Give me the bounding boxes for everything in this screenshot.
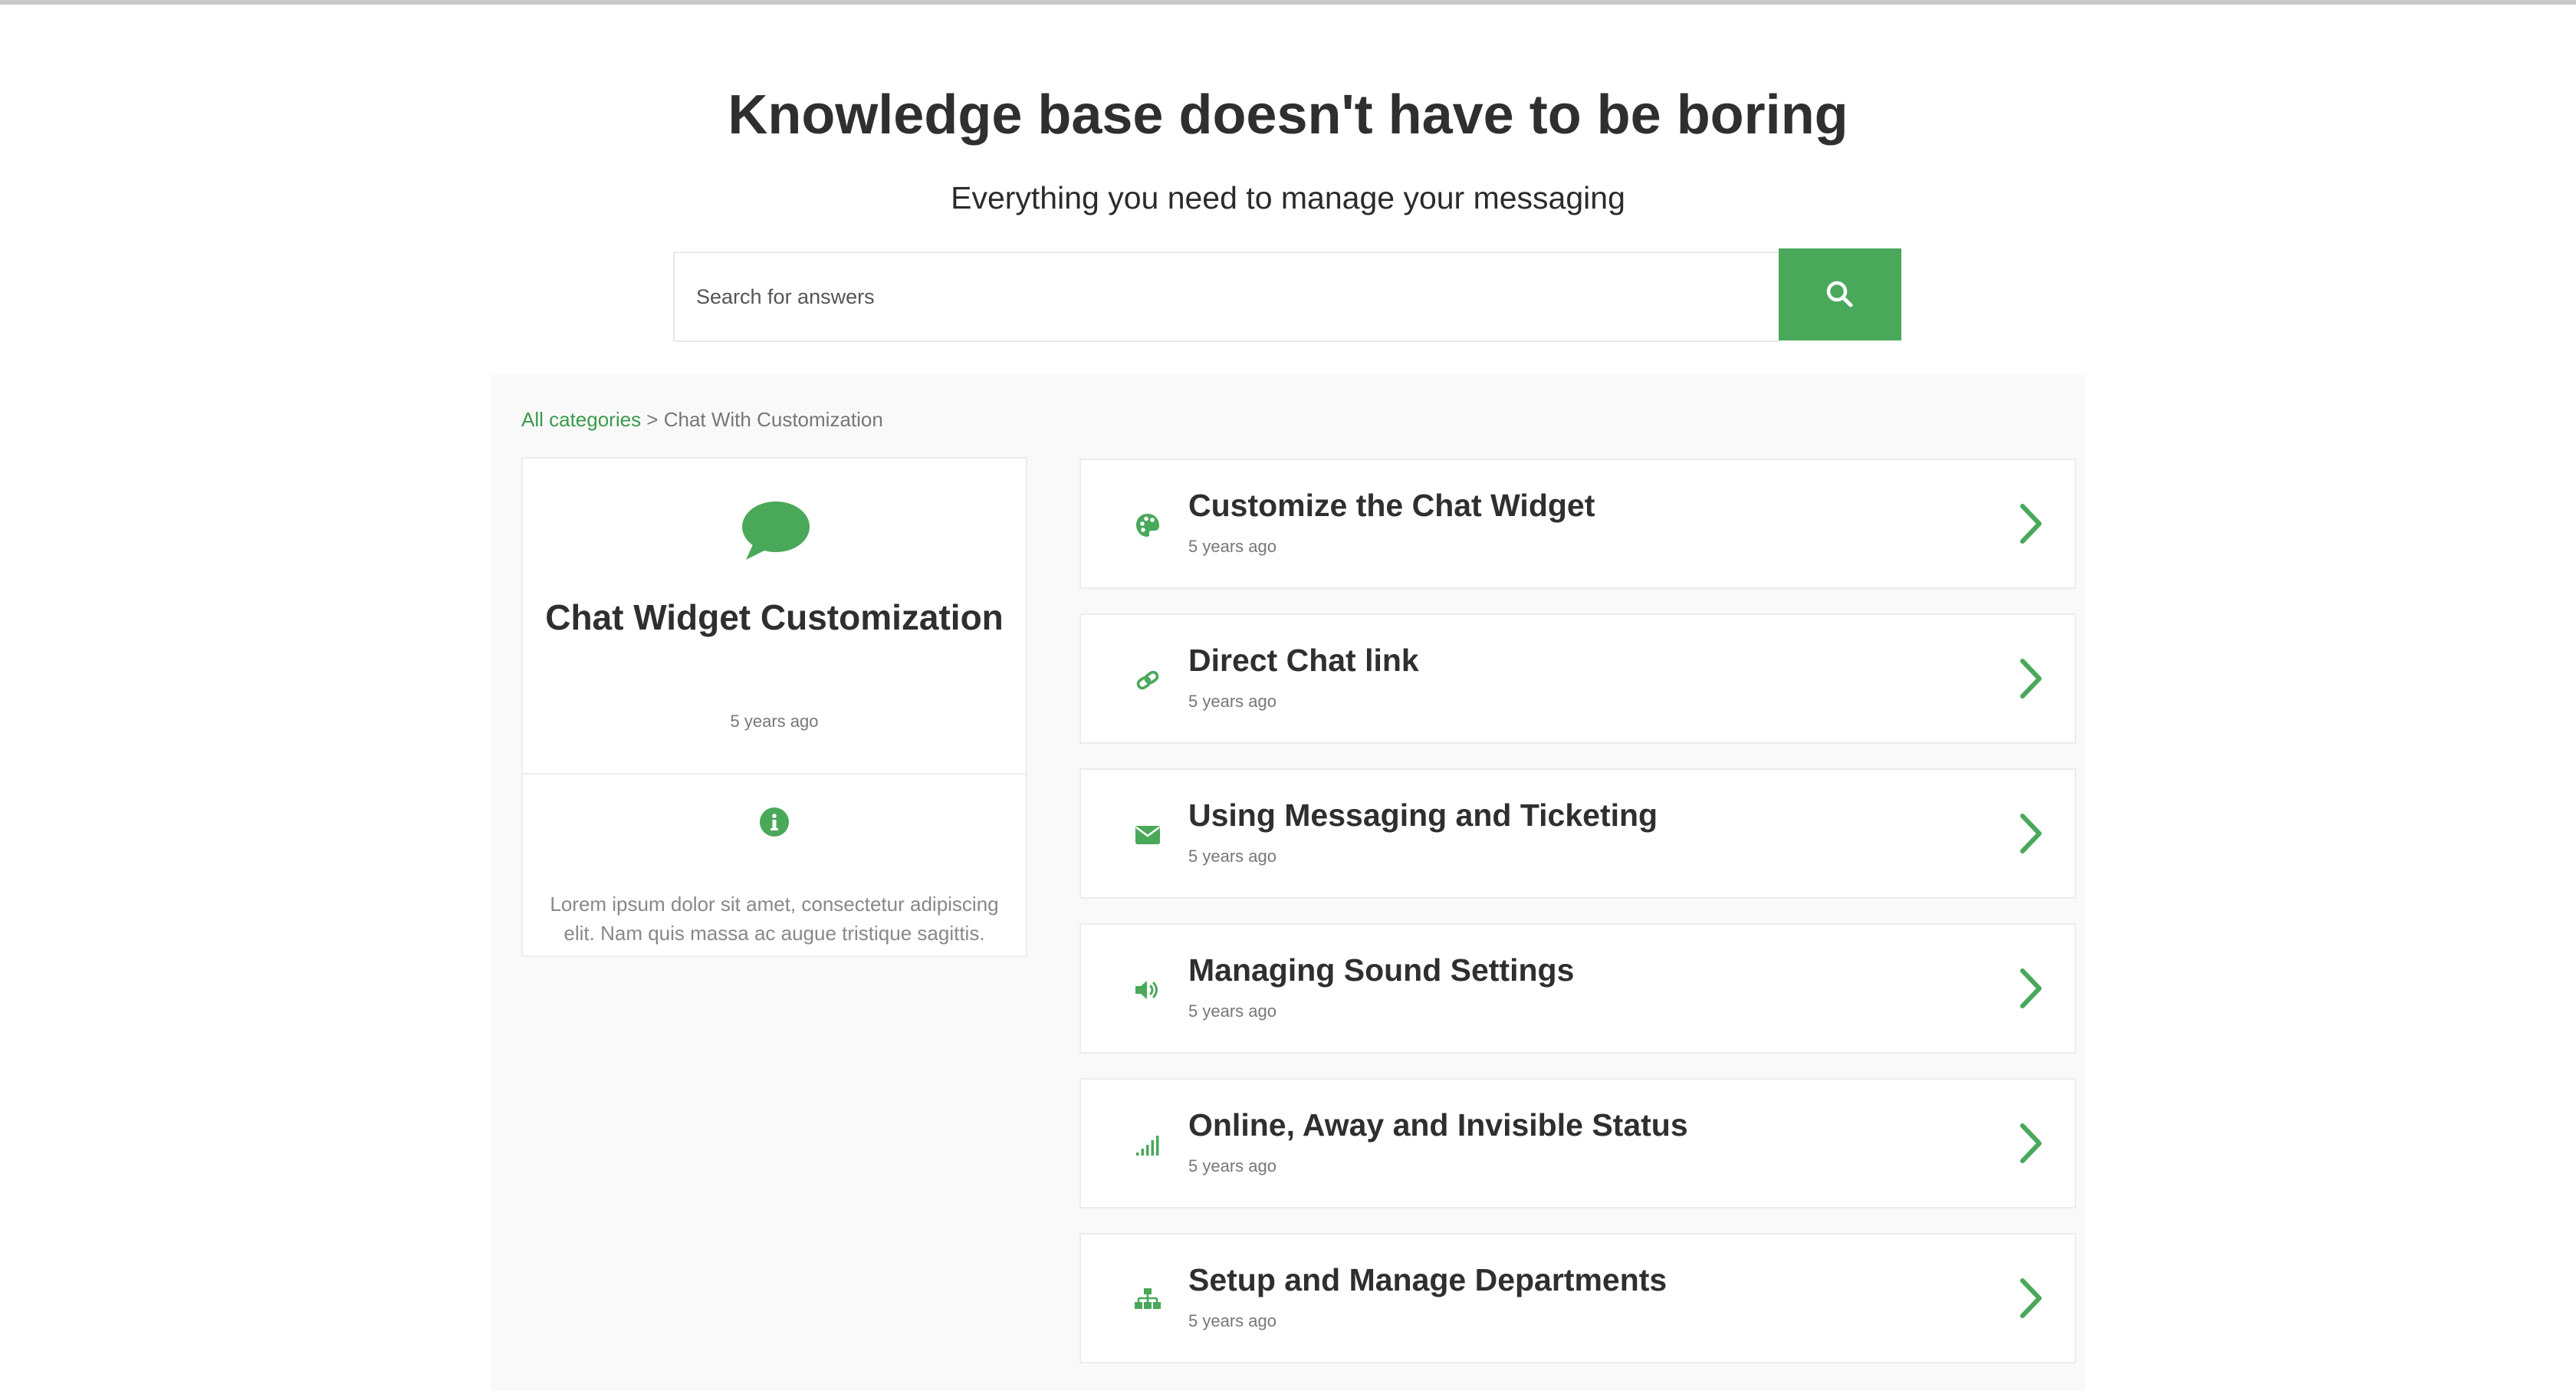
article-item-messaging-and-ticketing[interactable]: Using Messaging and Ticketing 5 years ag… (1079, 768, 2076, 899)
chevron-right-icon (2020, 659, 2042, 699)
palette-icon (1133, 511, 1162, 540)
signal-bars-icon (1133, 1130, 1162, 1159)
category-description: Lorem ipsum dolor sit amet, consectetur … (550, 893, 999, 945)
chevron-right-icon (2020, 1278, 2042, 1318)
speaker-icon (1133, 975, 1162, 1005)
link-icon (1133, 666, 1162, 695)
article-item-setup-departments[interactable]: Setup and Manage Departments 5 years ago (1079, 1233, 2076, 1363)
category-date: 5 years ago (730, 712, 819, 731)
category-divider (523, 773, 1026, 774)
article-date: 5 years ago (1188, 537, 1276, 556)
breadcrumb-current: Chat With Customization (663, 408, 883, 431)
category-title: Chat Widget Customization (545, 597, 1004, 637)
article-title: Online, Away and Invisible Status (1188, 1107, 1688, 1143)
article-title: Using Messaging and Ticketing (1188, 797, 1658, 833)
article-title: Managing Sound Settings (1188, 952, 1575, 988)
org-chart-icon (1133, 1285, 1162, 1314)
chevron-right-icon (2020, 504, 2042, 544)
envelope-icon (1133, 820, 1162, 850)
search-input[interactable] (673, 252, 1779, 342)
breadcrumb: All categories > Chat With Customization (521, 406, 883, 432)
content-panel: All categories > Chat With Customization… (491, 374, 2085, 1391)
article-item-sound-settings[interactable]: Managing Sound Settings 5 years ago (1079, 923, 2076, 1054)
chat-bubble-icon (742, 501, 810, 560)
article-item-direct-chat-link[interactable]: Direct Chat link 5 years ago (1079, 613, 2076, 744)
breadcrumb-separator: > (641, 408, 664, 431)
search-bar (673, 248, 1901, 342)
search-icon (1826, 281, 1853, 307)
browser-top-edge (0, 0, 2576, 5)
category-card: Chat Widget Customization 5 years ago Lo… (521, 457, 1027, 957)
info-icon (760, 807, 789, 837)
page-subtitle: Everything you need to manage your messa… (951, 180, 1625, 215)
article-title: Setup and Manage Departments (1188, 1262, 1668, 1297)
article-date: 5 years ago (1188, 692, 1276, 711)
chevron-right-icon (2020, 1123, 2042, 1163)
article-date: 5 years ago (1188, 1311, 1276, 1330)
article-item-customize-chat-widget[interactable]: Customize the Chat Widget 5 years ago (1079, 459, 2076, 589)
breadcrumb-all-categories-link[interactable]: All categories (521, 408, 641, 431)
article-item-online-away-invisible-status[interactable]: Online, Away and Invisible Status 5 year… (1079, 1078, 2076, 1208)
page-title: Knowledge base doesn't have to be boring (728, 84, 1848, 146)
chevron-right-icon (2020, 814, 2042, 853)
article-date: 5 years ago (1188, 1156, 1276, 1176)
chevron-right-icon (2020, 968, 2042, 1008)
article-date: 5 years ago (1188, 1001, 1276, 1021)
article-title: Direct Chat link (1188, 643, 1419, 678)
article-title: Customize the Chat Widget (1188, 488, 1595, 523)
search-button[interactable] (1779, 248, 1901, 340)
article-date: 5 years ago (1188, 847, 1276, 866)
